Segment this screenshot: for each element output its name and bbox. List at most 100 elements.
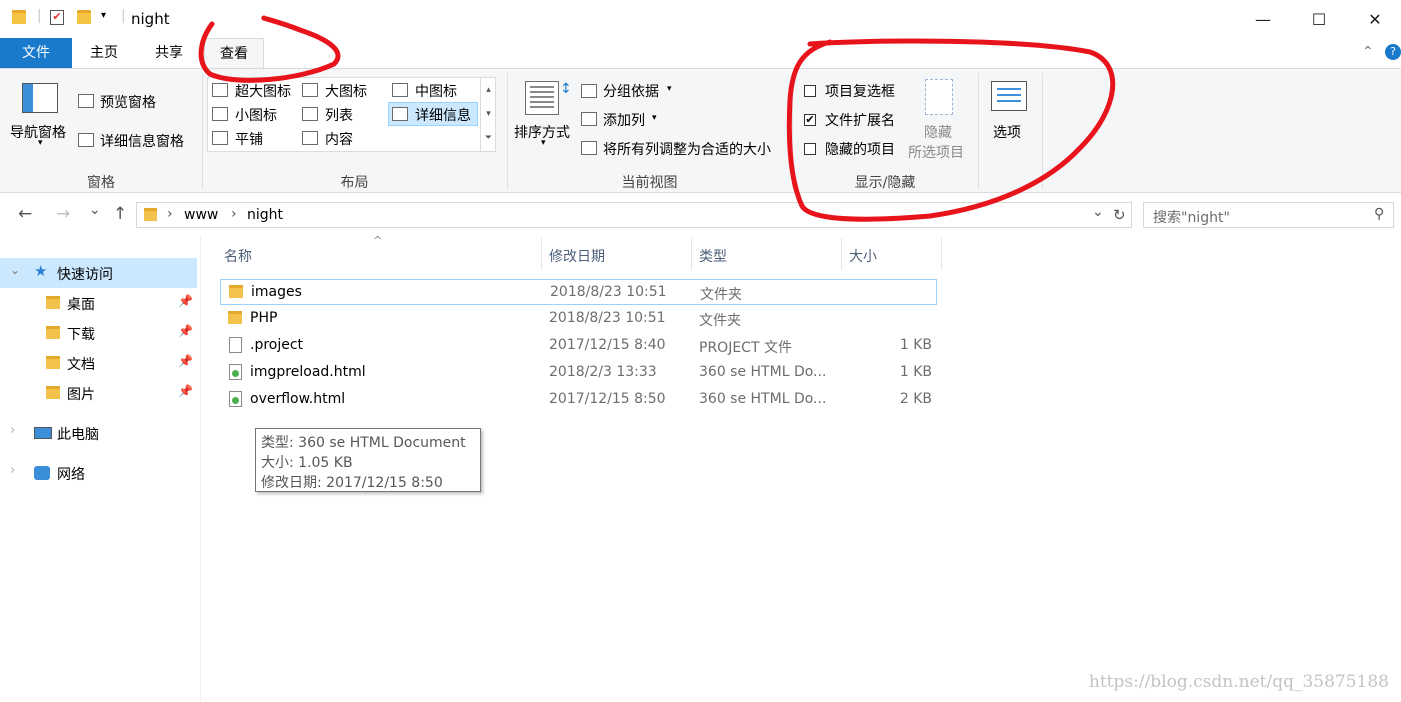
column-header-type[interactable]: 类型 <box>699 246 727 266</box>
extra-large-icons-icon <box>212 83 228 97</box>
file-name: imgpreload.html <box>250 364 366 380</box>
sort-by-icon <box>525 81 559 115</box>
expand-icon[interactable]: ⌄ <box>10 263 20 277</box>
collapse-ribbon-icon[interactable]: ⌃ <box>1362 44 1374 60</box>
nav-downloads[interactable]: 下载 📌 <box>0 318 197 348</box>
column-divider[interactable] <box>841 238 842 270</box>
maximize-button[interactable]: ☐ <box>1291 0 1347 38</box>
recent-locations-icon[interactable]: ⌄ <box>89 202 101 218</box>
group-label-show-hide: 显示/隐藏 <box>854 175 916 191</box>
sort-dropdown-icon[interactable]: ▾ <box>541 138 546 148</box>
back-icon[interactable]: ← <box>18 204 32 224</box>
file-type: 360 se HTML Do... <box>699 391 827 407</box>
nav-desktop[interactable]: 桌面 📌 <box>0 288 197 318</box>
hidden-items-checkbox[interactable] <box>804 143 816 155</box>
folder-icon <box>229 285 243 298</box>
group-by-button[interactable]: 分组依据 <box>603 81 659 101</box>
navigation-pane-icon <box>22 83 58 113</box>
search-icon[interactable]: ⚲ <box>1374 206 1384 222</box>
nav-label: 图片 <box>67 387 95 403</box>
file-date: 2017/12/15 8:50 <box>549 391 666 407</box>
file-date: 2018/2/3 13:33 <box>549 364 657 380</box>
ribbon-separator <box>1042 73 1043 189</box>
file-size: 2 KB <box>899 391 932 407</box>
item-checkboxes-checkbox[interactable] <box>804 85 816 97</box>
group-by-dropdown-icon[interactable]: ▾ <box>667 84 672 94</box>
collapse-icon[interactable]: › <box>10 463 15 478</box>
layout-details[interactable]: 详细信息 <box>415 105 471 125</box>
details-icon <box>392 107 408 121</box>
layout-tiles[interactable]: 平铺 <box>235 129 263 149</box>
close-button[interactable]: ✕ <box>1347 0 1401 38</box>
file-row-overflow[interactable]: overflow.html 2017/12/15 8:50 360 se HTM… <box>220 387 937 413</box>
layout-extra-large-icons[interactable]: 超大图标 <box>235 81 291 101</box>
navigation-pane: ⌄ ★ 快速访问 桌面 📌 下载 📌 文档 📌 图片 📌 › 此电脑 › 网络 <box>0 236 201 702</box>
qat-dropdown-icon[interactable]: ▾ <box>101 10 106 21</box>
hide-selected-label-line1[interactable]: 隐藏 <box>924 122 952 142</box>
add-column-button[interactable]: 添加列 <box>603 110 645 130</box>
star-icon: ★ <box>34 262 48 280</box>
help-icon[interactable]: ? <box>1385 44 1401 60</box>
tab-home[interactable]: 主页 <box>76 38 132 68</box>
layout-gallery-scroll[interactable]: ▴ ▾ ⏷ <box>480 78 496 151</box>
layout-content[interactable]: 内容 <box>325 129 353 149</box>
up-icon[interactable]: ↑ <box>113 204 127 224</box>
column-divider[interactable] <box>541 238 542 270</box>
nav-network[interactable]: › 网络 <box>0 458 197 488</box>
column-header-date[interactable]: 修改日期 <box>549 246 605 266</box>
nav-label: 文档 <box>67 357 95 373</box>
hide-selected-label-line2[interactable]: 所选项目 <box>908 142 964 162</box>
file-type: 文件夹 <box>700 287 742 303</box>
file-row-images[interactable]: images 2018/8/23 10:51 文件夹 <box>220 279 937 305</box>
address-dropdown-icon[interactable]: ⌄ <box>1092 204 1104 220</box>
file-row-php[interactable]: PHP 2018/8/23 10:51 文件夹 <box>220 306 937 332</box>
column-header-name[interactable]: 名称 <box>224 246 252 266</box>
forward-icon[interactable]: → <box>56 204 70 224</box>
file-date: 2018/8/23 10:51 <box>549 310 666 326</box>
navigation-pane-dropdown-icon[interactable]: ▾ <box>38 138 43 148</box>
file-row-imgpreload[interactable]: imgpreload.html 2018/2/3 13:33 360 se HT… <box>220 360 937 386</box>
layout-small-icons[interactable]: 小图标 <box>235 105 277 125</box>
new-folder-icon[interactable] <box>77 10 91 24</box>
item-checkboxes-label[interactable]: 项目复选框 <box>825 81 895 101</box>
breadcrumb-night[interactable]: night <box>247 207 283 223</box>
file-row-project[interactable]: .project 2017/12/15 8:40 PROJECT 文件 1 KB <box>220 333 937 359</box>
layout-large-icons[interactable]: 大图标 <box>325 81 367 101</box>
minimize-button[interactable]: — <box>1235 0 1291 38</box>
file-extensions-checkbox[interactable]: ✔ <box>804 114 816 126</box>
add-column-dropdown-icon[interactable]: ▾ <box>652 113 657 123</box>
hidden-items-label[interactable]: 隐藏的项目 <box>825 139 895 159</box>
title-separator: | <box>121 8 126 24</box>
file-type: 360 se HTML Do... <box>699 364 827 380</box>
html-file-icon <box>229 364 242 380</box>
column-divider[interactable] <box>691 238 692 270</box>
tab-view[interactable]: 查看 <box>204 38 264 68</box>
tab-file[interactable]: 文件 <box>0 38 72 68</box>
details-pane-button[interactable]: 详细信息窗格 <box>100 131 184 151</box>
column-divider[interactable] <box>941 238 942 270</box>
preview-pane-button[interactable]: 预览窗格 <box>100 92 156 112</box>
address-bar[interactable]: › www › night ⌄ <box>136 202 1132 228</box>
file-extensions-label[interactable]: 文件扩展名 <box>825 110 895 130</box>
collapse-icon[interactable]: › <box>10 423 15 438</box>
layout-medium-icons[interactable]: 中图标 <box>415 81 457 101</box>
nav-pictures[interactable]: 图片 📌 <box>0 378 197 408</box>
refresh-icon[interactable]: ↻ <box>1113 206 1126 224</box>
nav-this-pc[interactable]: › 此电脑 <box>0 418 197 448</box>
file-size: 1 KB <box>899 337 932 353</box>
column-header-size[interactable]: 大小 <box>849 246 877 266</box>
options-button[interactable]: 选项 <box>993 122 1021 142</box>
nav-documents[interactable]: 文档 📌 <box>0 348 197 378</box>
properties-check-icon[interactable]: ✔ <box>50 10 64 25</box>
fit-columns-button[interactable]: 将所有列调整为合适的大小 <box>603 139 771 159</box>
file-date: 2017/12/15 8:40 <box>549 337 666 353</box>
group-label-layout: 布局 <box>340 175 369 191</box>
search-placeholder: 搜索"night" <box>1153 210 1230 226</box>
nav-quick-access[interactable]: ⌄ ★ 快速访问 <box>0 258 197 288</box>
tab-share[interactable]: 共享 <box>140 38 198 68</box>
layout-list[interactable]: 列表 <box>325 105 353 125</box>
breadcrumb-chevron-icon[interactable]: › <box>231 206 237 222</box>
breadcrumb-chevron-icon[interactable]: › <box>167 206 173 222</box>
search-input[interactable]: 搜索"night" ⚲ <box>1143 202 1394 228</box>
breadcrumb-www[interactable]: www <box>184 207 218 223</box>
